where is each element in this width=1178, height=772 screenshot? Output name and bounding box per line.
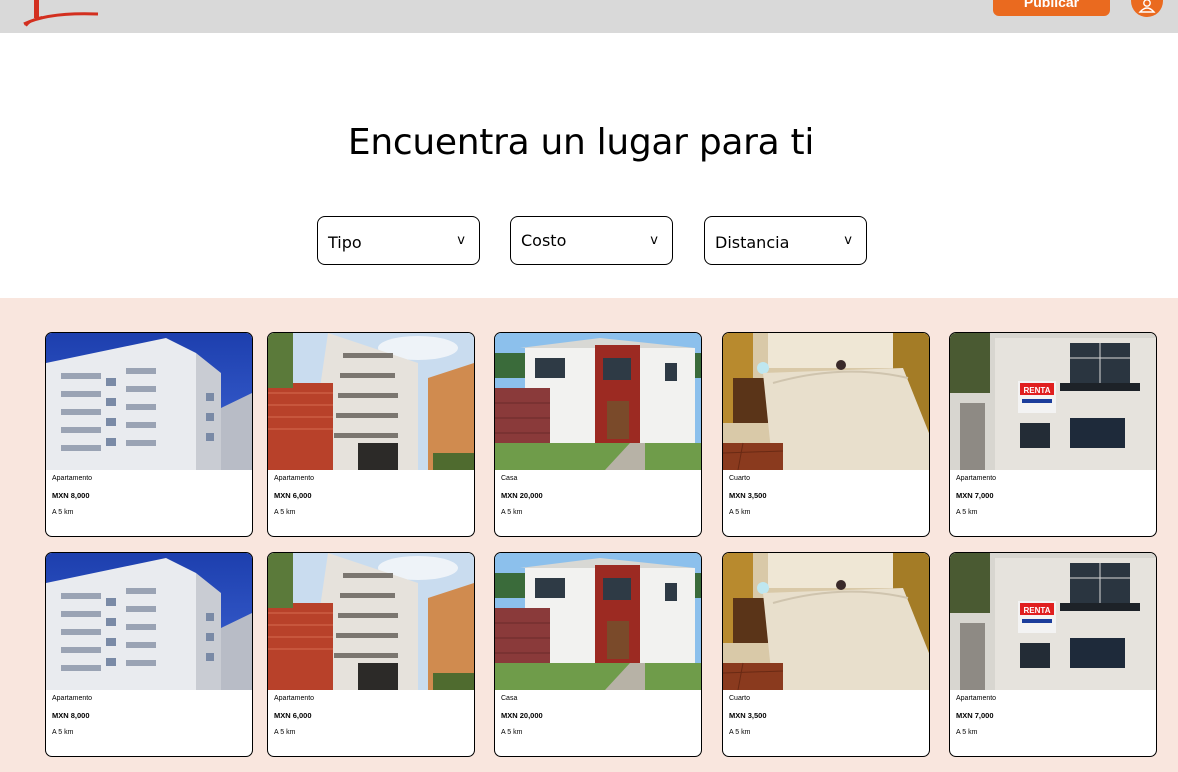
listing-type: Apartamento	[274, 695, 315, 702]
user-icon	[1138, 0, 1156, 13]
page-title: Encuentra un lugar para ti	[347, 122, 815, 163]
listings-section: Apartamento MXN 8,000 A 5 km Apartamento MX…	[0, 298, 1178, 772]
listing-price: MXN 3,500	[729, 711, 767, 720]
listing-type: Casa	[501, 475, 518, 482]
listing-card[interactable]: Cuarto MXN 3,500 A 5 km	[722, 332, 930, 537]
logo-icon[interactable]	[18, 0, 102, 30]
user-avatar-button[interactable]	[1131, 0, 1163, 17]
filter-type-dropdown[interactable]: Tipo v	[317, 216, 480, 265]
listing-card[interactable]: Apartamento MXN 6,000 A 5 km	[267, 552, 475, 757]
listing-photo	[723, 333, 929, 470]
listing-price: MXN 8,000	[52, 711, 90, 720]
top-bar: Publicar	[0, 0, 1178, 33]
listing-card[interactable]: Casa MXN 20,000 A 5 km	[494, 332, 702, 537]
listing-price: MXN 6,000	[274, 491, 312, 500]
listing-price: MXN 7,000	[956, 491, 994, 500]
renta-sign-text: RENTA	[1024, 606, 1051, 615]
listing-photo: RENTA	[950, 553, 1156, 690]
listing-price: MXN 7,000	[956, 711, 994, 720]
listing-distance: A 5 km	[501, 509, 523, 516]
listing-distance: A 5 km	[956, 509, 978, 516]
listing-photo: RENTA	[950, 333, 1156, 470]
listing-price: MXN 20,000	[501, 491, 543, 500]
filter-distance-dropdown[interactable]: Distancia v	[704, 216, 867, 265]
publish-button[interactable]: Publicar	[993, 0, 1110, 16]
listing-distance: A 5 km	[729, 729, 751, 736]
listing-distance: A 5 km	[52, 729, 74, 736]
listing-type: Apartamento	[52, 695, 93, 702]
listing-type: Cuarto	[729, 695, 751, 702]
listing-card[interactable]: Apartamento MXN 6,000 A 5 km	[267, 332, 475, 537]
listing-price: MXN 20,000	[501, 711, 543, 720]
listing-card[interactable]: RENTA Apartamento MXN 7,000 A 5 km	[949, 332, 1157, 537]
listing-distance: A 5 km	[956, 729, 978, 736]
listing-price: MXN 8,000	[52, 491, 90, 500]
filter-label: Costo	[521, 231, 567, 250]
listing-card[interactable]: Apartamento MXN 8,000 A 5 km	[45, 552, 253, 757]
listing-distance: A 5 km	[52, 509, 74, 516]
listing-photo	[495, 333, 701, 470]
renta-sign-text: RENTA	[1024, 386, 1051, 395]
listing-photo	[46, 333, 252, 470]
listing-photo	[495, 553, 701, 690]
filter-label: Distancia	[715, 233, 790, 252]
listing-distance: A 5 km	[729, 509, 751, 516]
listing-photo	[46, 553, 252, 690]
chevron-down-icon: v	[844, 233, 852, 248]
chevron-down-icon: v	[650, 233, 658, 248]
listing-distance: A 5 km	[274, 509, 296, 516]
filter-cost-dropdown[interactable]: Costo v	[510, 216, 673, 265]
listing-distance: A 5 km	[501, 729, 523, 736]
listing-photo	[268, 333, 474, 470]
listing-photo	[723, 553, 929, 690]
listing-type: Casa	[501, 695, 518, 702]
filter-label: Tipo	[328, 233, 362, 252]
listing-type: Apartamento	[956, 475, 997, 482]
listing-photo	[268, 553, 474, 690]
listing-card[interactable]: Casa MXN 20,000 A 5 km	[494, 552, 702, 757]
listing-card[interactable]: RENTA Apartamento MXN 7,000 A 5 km	[949, 552, 1157, 757]
listing-type: Apartamento	[956, 695, 997, 702]
chevron-down-icon: v	[457, 233, 465, 248]
listing-card[interactable]: Apartamento MXN 8,000 A 5 km	[45, 332, 253, 537]
listing-price: MXN 3,500	[729, 491, 767, 500]
listing-type: Apartamento	[274, 475, 315, 482]
listing-distance: A 5 km	[274, 729, 296, 736]
listing-type: Cuarto	[729, 475, 751, 482]
listing-price: MXN 6,000	[274, 711, 312, 720]
listing-card[interactable]: Cuarto MXN 3,500 A 5 km	[722, 552, 930, 757]
listing-type: Apartamento	[52, 475, 93, 482]
